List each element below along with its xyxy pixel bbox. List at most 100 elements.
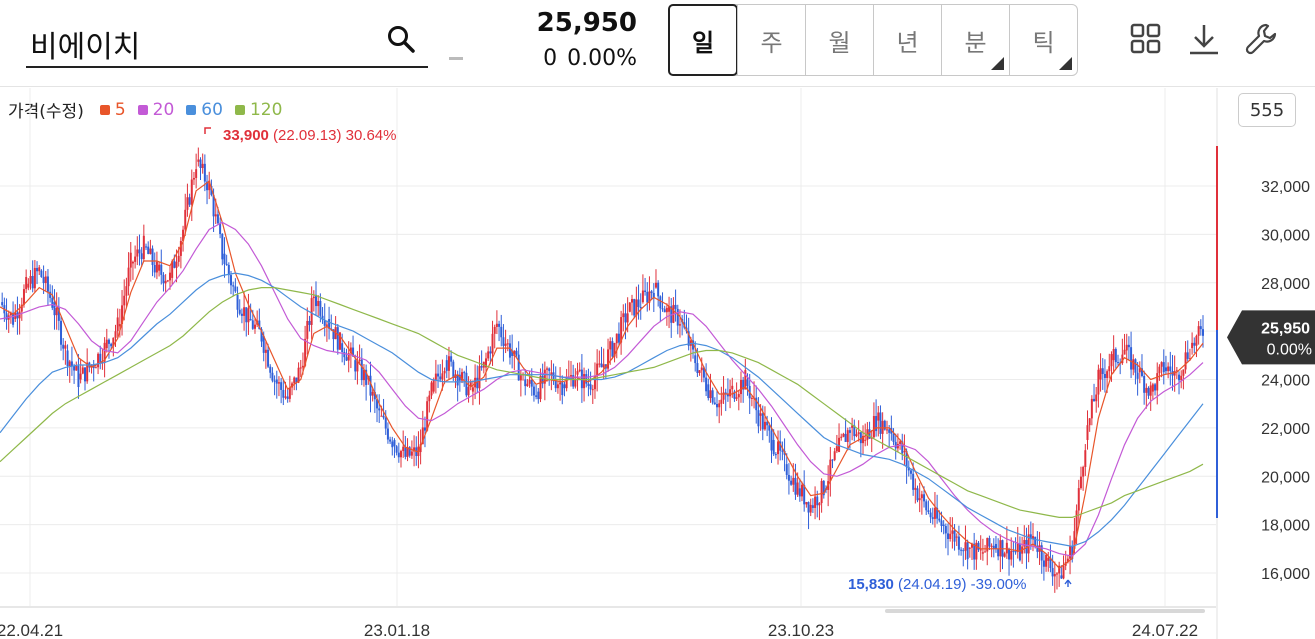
candle-body <box>663 309 666 313</box>
candle-body <box>611 341 614 357</box>
candle-body <box>306 320 309 339</box>
candle-body <box>977 542 980 550</box>
candle-body <box>524 379 527 387</box>
candle-body <box>888 429 891 433</box>
candle-body <box>325 324 328 326</box>
candle-body <box>831 459 834 461</box>
candle-body <box>310 298 313 325</box>
candle-body <box>378 408 381 411</box>
y-tick-label: 28,000 <box>1261 276 1310 293</box>
candle-body <box>51 297 54 308</box>
candle-body <box>500 326 503 338</box>
candle-body <box>903 451 906 453</box>
candle-body <box>94 367 97 369</box>
moving-average-120 <box>0 287 1204 519</box>
candle-body <box>437 373 440 377</box>
candle-body <box>1082 467 1085 477</box>
candle-body <box>42 276 45 284</box>
candle-body <box>203 163 206 182</box>
candle-body <box>637 299 640 307</box>
candle-body <box>997 548 1000 557</box>
candle-body <box>933 507 936 519</box>
candle-body <box>243 307 246 316</box>
candle-body <box>729 389 732 397</box>
candle-body <box>696 363 699 373</box>
candle-body <box>899 441 902 444</box>
candle-body <box>515 350 518 355</box>
candle-body <box>539 375 542 400</box>
candle-body <box>284 396 287 398</box>
candle-body <box>452 361 455 379</box>
candle-body <box>471 387 474 392</box>
candle-body <box>404 446 407 457</box>
candle-body <box>1079 476 1082 489</box>
candle-body <box>840 436 843 438</box>
candle-body <box>739 379 742 395</box>
candle-body <box>600 363 603 368</box>
candle-body <box>872 416 875 438</box>
candle-body <box>158 264 161 271</box>
candle-body <box>942 524 945 527</box>
candle-body <box>487 351 490 359</box>
candle-body <box>654 282 657 288</box>
candle-body <box>781 450 784 452</box>
candle-body <box>25 277 28 290</box>
candle-body <box>216 214 219 224</box>
candle-body <box>443 370 446 374</box>
candle-body <box>1077 488 1080 511</box>
candle-body <box>1180 375 1183 381</box>
candle-body <box>195 169 198 178</box>
candle-body <box>397 452 400 458</box>
candle-body <box>188 197 191 205</box>
candle-body <box>607 349 610 369</box>
candle-body <box>380 415 383 417</box>
candle-body <box>659 296 662 309</box>
candle-body <box>894 441 897 449</box>
candle-body <box>962 550 965 552</box>
candle-body <box>931 517 934 519</box>
candle-body <box>175 261 178 268</box>
candle-body <box>123 295 126 306</box>
candle-body <box>955 536 958 538</box>
candle-body <box>495 323 498 327</box>
candle-body <box>556 384 559 389</box>
candle-body <box>951 530 954 534</box>
moving-average-20 <box>0 221 1204 557</box>
candle-body <box>162 274 165 284</box>
candle-body <box>981 552 984 554</box>
candle-body <box>1162 362 1165 373</box>
candle-body <box>1097 369 1100 395</box>
candle-body <box>790 480 793 485</box>
candle-body <box>807 502 810 513</box>
candle-body <box>166 280 169 282</box>
candle-body <box>1047 557 1050 561</box>
candle-body <box>617 333 620 343</box>
candle-body <box>591 389 594 391</box>
candle-body <box>253 324 256 329</box>
candle-body <box>927 510 930 513</box>
candle-body <box>40 270 43 277</box>
candle-body <box>726 394 729 397</box>
candle-body <box>1051 567 1054 577</box>
candle-body <box>1154 384 1157 391</box>
candle-body <box>134 256 137 262</box>
candle-body <box>626 313 629 323</box>
candle-body <box>498 323 501 327</box>
candle-body <box>489 351 492 354</box>
candle-body <box>508 343 511 358</box>
price-chart[interactable]: 16,00018,00020,00022,00024,00026,00028,0… <box>0 0 1315 639</box>
candle-body <box>493 326 496 334</box>
candle-body <box>1060 575 1063 579</box>
candle-body <box>384 417 387 429</box>
candle-body <box>177 255 180 262</box>
candle-body <box>633 299 636 316</box>
candle-body <box>879 412 882 434</box>
candle-body <box>855 434 858 437</box>
candle-body <box>944 526 947 534</box>
candle-body <box>705 377 708 392</box>
candle-body <box>64 345 67 349</box>
candle-body <box>225 263 228 265</box>
candle-body <box>201 163 204 169</box>
candle-body <box>308 320 311 325</box>
candle-body <box>447 356 450 371</box>
